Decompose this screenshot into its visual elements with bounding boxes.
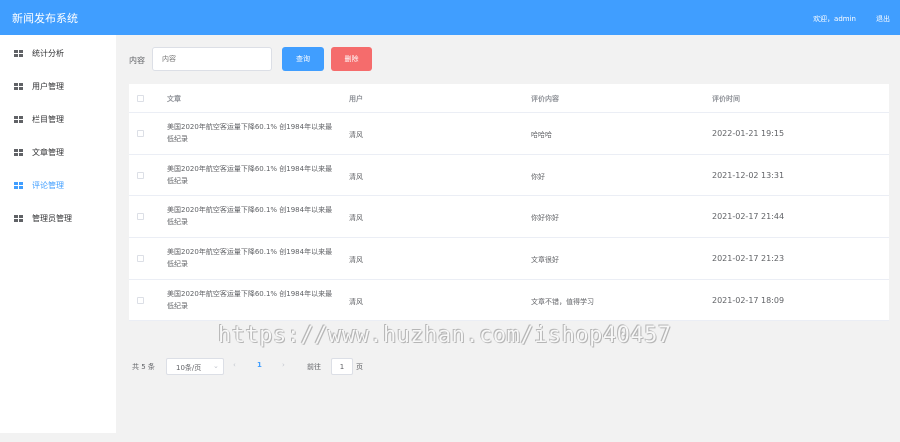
row-checkbox[interactable] xyxy=(137,213,144,221)
cell-article: 美国2020年航空客运量下降60.1% 创1984年以来最低纪录 xyxy=(167,206,333,227)
page-size-select[interactable]: 10条/页 ⌄ xyxy=(166,358,224,375)
header-article: 文章 xyxy=(167,95,181,103)
page-size-value: 10条/页 xyxy=(176,364,202,372)
cell-user: 清风 xyxy=(349,214,363,223)
table-row: 美国2020年航空客运量下降60.1% 创1984年以来最低纪录 清风 文章不错，值… xyxy=(129,280,889,322)
row-checkbox[interactable] xyxy=(137,296,144,304)
cell-time: 2021-12-02 13:31 xyxy=(712,170,785,180)
goto-page-input[interactable] xyxy=(331,358,353,375)
sidebar-item[interactable]: 文章管理 xyxy=(0,135,116,168)
sidebar: 统计分析用户管理栏目管理文章管理评论管理管理员管理 xyxy=(0,35,116,433)
grid-icon xyxy=(14,116,23,123)
next-page-icon[interactable]: › xyxy=(282,361,285,369)
sidebar-item-label: 栏目管理 xyxy=(32,115,64,124)
goto-label: 前往 xyxy=(307,363,321,371)
cell-content: 你好 xyxy=(531,172,545,181)
row-checkbox[interactable] xyxy=(137,255,144,263)
table-row: 美国2020年航空客运量下降60.1% 创1984年以来最低纪录 清风 你好你好 20… xyxy=(129,196,889,239)
cell-content: 你好你好 xyxy=(531,214,559,223)
cell-user: 清风 xyxy=(349,297,363,306)
table-row: 美国2020年航空客运量下降60.1% 创1984年以来最低纪录 清风 哈哈哈 202… xyxy=(129,113,889,155)
table-header: 文章 用户 评价内容 评价时间 xyxy=(129,84,889,113)
cell-article: 美国2020年航空客运量下降60.1% 创1984年以来最低纪录 xyxy=(167,123,333,143)
grid-icon xyxy=(14,182,23,189)
cell-content: 哈哈哈 xyxy=(531,131,552,139)
sidebar-item[interactable]: 评论管理 xyxy=(0,168,116,201)
row-checkbox[interactable] xyxy=(137,130,144,137)
sidebar-item-label: 管理员管理 xyxy=(32,214,72,223)
prev-page-icon[interactable]: ‹ xyxy=(233,361,236,369)
cell-time: 2022-01-21 19:15 xyxy=(712,129,785,138)
grid-icon xyxy=(14,215,23,222)
cell-time: 2021-02-17 18:09 xyxy=(712,295,785,305)
table-body: 美国2020年航空客运量下降60.1% 创1984年以来最低纪录 清风 哈哈哈 202… xyxy=(129,113,889,322)
table-row: 美国2020年航空客运量下降60.1% 创1984年以来最低纪录 清风 你好 2021… xyxy=(129,155,889,197)
cell-article: 美国2020年航空客运量下降60.1% 创1984年以来最低纪录 xyxy=(167,289,333,310)
grid-icon xyxy=(14,149,23,156)
header-content: 评价内容 xyxy=(531,95,559,103)
row-checkbox[interactable] xyxy=(137,171,144,179)
table-row: 美国2020年航空客运量下降60.1% 创1984年以来最低纪录 清风 文章很好 20… xyxy=(129,238,889,280)
header-time: 评价时间 xyxy=(712,95,740,103)
chevron-down-icon: ⌄ xyxy=(213,362,219,370)
logout-link[interactable]: 退出 xyxy=(876,14,890,24)
sidebar-item[interactable]: 用户管理 xyxy=(0,69,116,102)
sidebar-item-label: 统计分析 xyxy=(32,49,64,58)
select-all-checkbox[interactable] xyxy=(137,95,144,102)
header-user: 用户 xyxy=(349,95,363,103)
sidebar-item-label: 文章管理 xyxy=(32,148,64,157)
cell-article: 美国2020年航空客运量下降60.1% 创1984年以来最低纪录 xyxy=(167,164,333,185)
delete-button[interactable]: 删除 xyxy=(331,47,372,71)
page-unit-label: 页 xyxy=(356,363,363,371)
sidebar-item[interactable]: 管理员管理 xyxy=(0,201,116,234)
app-title: 新闻发布系统 xyxy=(12,12,78,25)
grid-icon xyxy=(14,83,23,90)
cell-article: 美国2020年航空客运量下降60.1% 创1984年以来最低纪录 xyxy=(167,248,333,269)
cell-user: 清风 xyxy=(349,256,363,265)
cell-user: 清风 xyxy=(349,131,363,139)
comments-table: 文章 用户 评价内容 评价时间 美国2020年航空客运量下降60.1% 创198… xyxy=(129,84,889,322)
total-count: 共 5 条 xyxy=(132,363,155,371)
query-button[interactable]: 查询 xyxy=(282,47,324,71)
search-input[interactable] xyxy=(152,47,272,71)
grid-icon xyxy=(14,50,23,57)
page-number-current[interactable]: 1 xyxy=(257,361,262,369)
cell-content: 文章很好 xyxy=(531,256,559,265)
sidebar-item[interactable]: 栏目管理 xyxy=(0,102,116,135)
sidebar-item-label: 评论管理 xyxy=(32,181,64,190)
cell-content: 文章不错，值得学习 xyxy=(531,297,594,306)
sidebar-item[interactable]: 统计分析 xyxy=(0,36,116,69)
cell-time: 2021-02-17 21:23 xyxy=(712,254,785,264)
main-content: 内容 查询 删除 文章 用户 评价内容 评价时间 美国2020年航空客运量下降6… xyxy=(116,35,900,442)
cell-user: 清风 xyxy=(349,172,363,181)
top-bar: 新闻发布系统 欢迎，admin 退出 xyxy=(0,0,900,35)
pagination: 共 5 条 10条/页 ⌄ ‹ 1 › 前往 页 xyxy=(129,358,729,376)
cell-time: 2021-02-17 21:44 xyxy=(712,212,785,222)
welcome-text: 欢迎，admin xyxy=(813,15,856,23)
search-label: 内容 xyxy=(129,56,145,65)
sidebar-item-label: 用户管理 xyxy=(32,82,64,91)
